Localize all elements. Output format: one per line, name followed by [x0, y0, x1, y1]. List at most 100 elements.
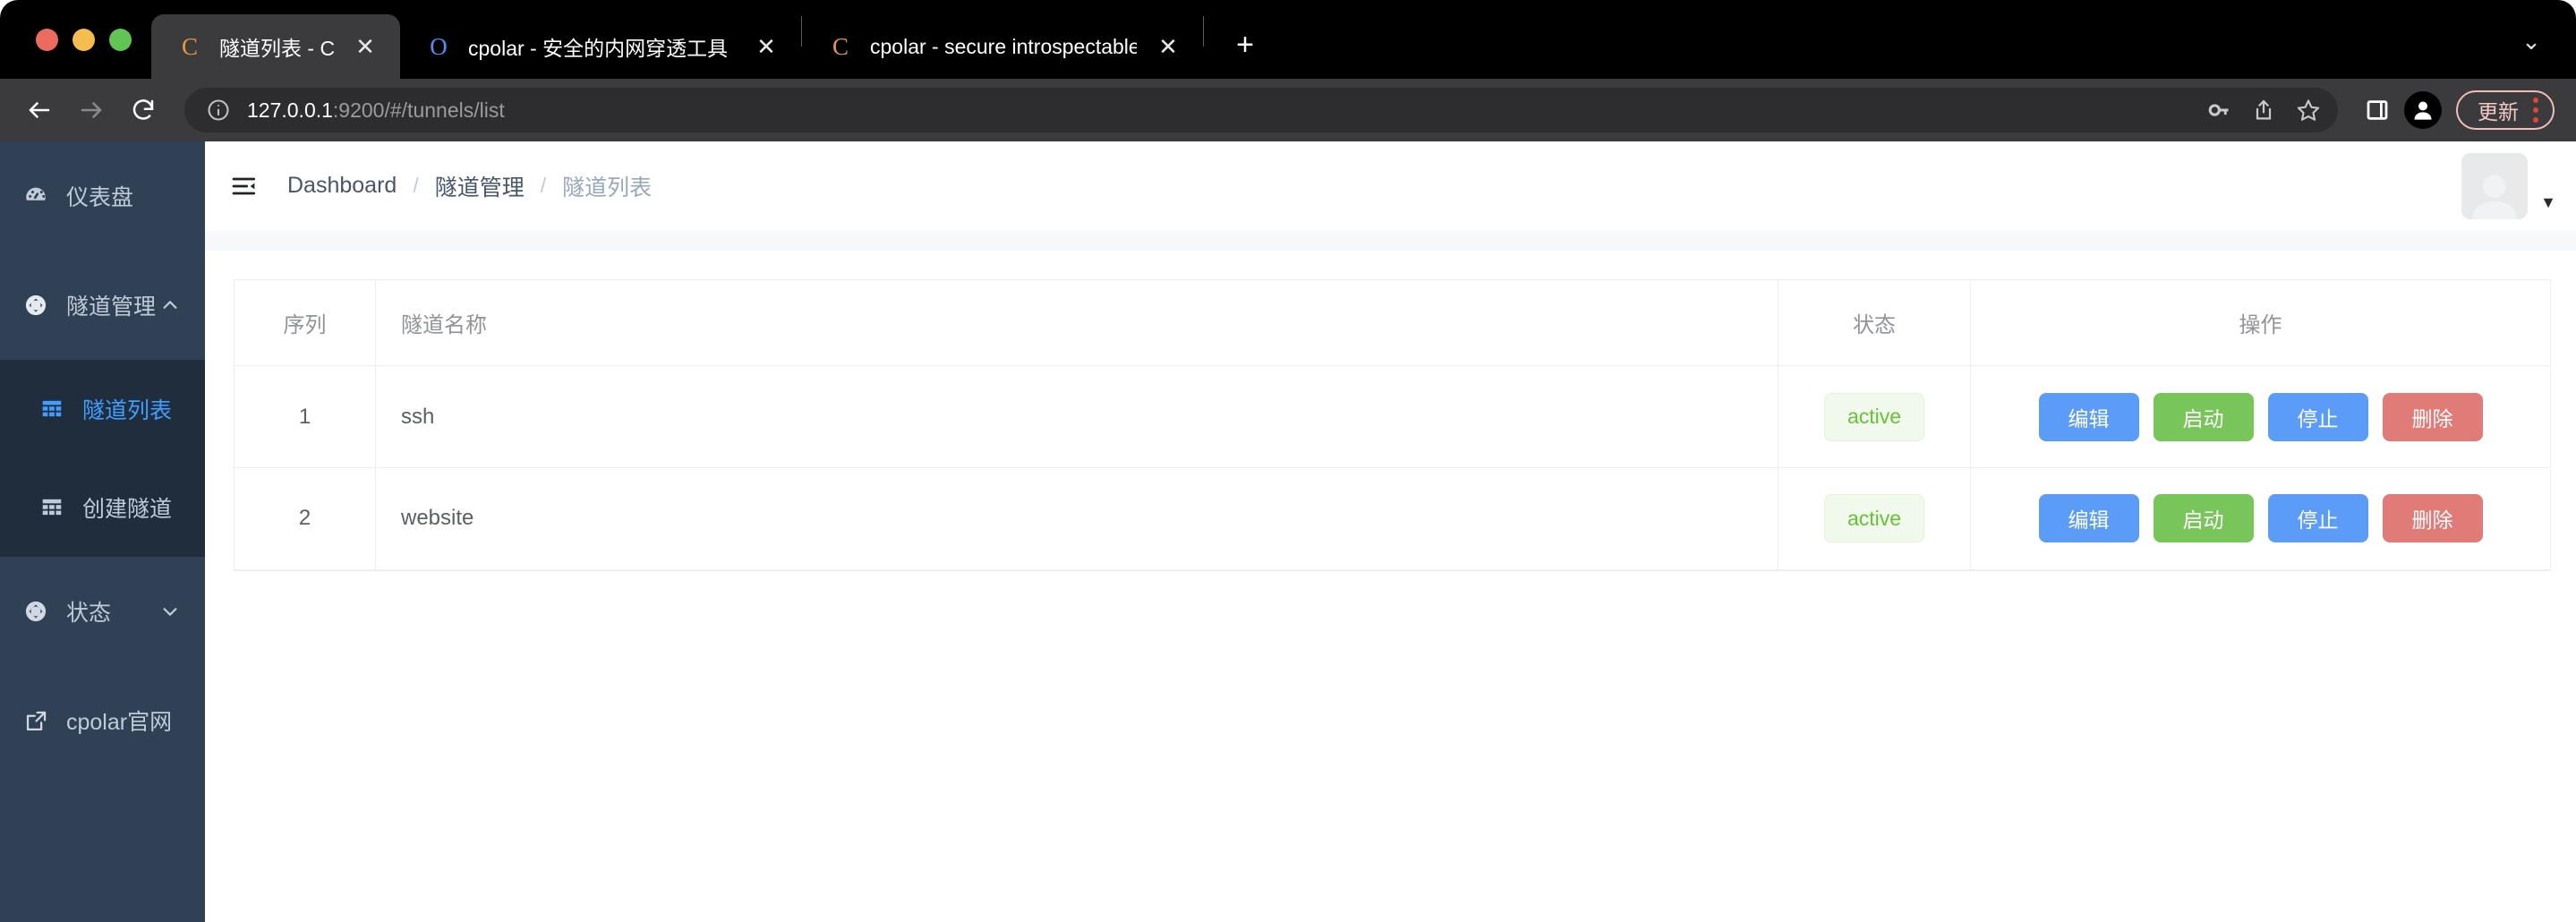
collapse-sidebar-icon[interactable] [226, 168, 262, 204]
site-info-icon[interactable] [204, 96, 233, 124]
page-viewport: 仪表盘 隧道管理 隧道列表 创建隧道 状态 cpolar官网 Dashboard… [0, 141, 2576, 922]
window-minimize-button[interactable] [73, 28, 95, 51]
omnibox-actions [2198, 90, 2329, 131]
column-header-ops: 操作 [1970, 279, 2551, 366]
status-circle-icon [16, 599, 55, 624]
share-icon[interactable] [2243, 90, 2284, 131]
browser-tab-1[interactable]: C 隧道列表 - Cpolar ✕ [151, 14, 400, 79]
profile-avatar-icon[interactable] [2404, 91, 2442, 129]
start-button[interactable]: 启动 [2153, 494, 2254, 543]
breadcrumb-item-tunnel-list: 隧道列表 [562, 175, 653, 201]
browser-tab-3[interactable]: C cpolar - secure introspectable ✕ [802, 14, 1203, 79]
table-row: 1 ssh active 编辑 启动 停止 删除 [234, 365, 2551, 468]
stop-button[interactable]: 停止 [2267, 494, 2368, 543]
breadcrumb-item-dashboard[interactable]: Dashboard [287, 173, 397, 199]
sidebar-item-tunnel-management[interactable]: 隧道管理 [0, 251, 205, 360]
url-path: :9200/#/tunnels/list [332, 98, 505, 122]
page-body: 序列 隧道名称 状态 操作 1 ssh active 编辑 启动 停止 删除 2… [205, 231, 2576, 922]
browser-tab-2[interactable]: O cpolar - 安全的内网穿透工具 ✕ [400, 14, 801, 79]
chevron-up-icon [160, 295, 180, 315]
cell-status: active [1778, 467, 1971, 571]
external-link-icon [16, 709, 55, 733]
column-header-name: 隧道名称 [375, 279, 1778, 366]
column-header-seq: 序列 [234, 279, 376, 366]
grid-table-icon [32, 397, 72, 421]
window-maximize-button[interactable] [109, 28, 132, 51]
sidebar-item-tunnel-list-label: 隧道列表 [82, 398, 173, 423]
breadcrumb-separator: / [540, 174, 547, 197]
browser-toolbar: 127.0.0.1:9200/#/tunnels/list 更新 [0, 79, 2576, 141]
cell-ops: 编辑 启动 停止 删除 [1970, 467, 2551, 571]
delete-button[interactable]: 删除 [2382, 392, 2483, 441]
delete-button[interactable]: 删除 [2382, 494, 2483, 543]
tab-strip-right: ⌄ [2513, 23, 2576, 79]
status-badge: active [1824, 494, 1924, 543]
browser-tab-1-title: 隧道列表 - Cpolar [219, 37, 334, 60]
row-action-group: 编辑 启动 停止 删除 [1989, 392, 2532, 441]
browser-window: C 隧道列表 - Cpolar ✕ O cpolar - 安全的内网穿透工具 ✕… [0, 0, 2576, 922]
browser-tab-2-title: cpolar - 安全的内网穿透工具 [468, 37, 729, 60]
browser-tab-3-close-icon[interactable]: ✕ [1153, 31, 1183, 62]
tab-divider [1203, 16, 1204, 47]
breadcrumb-separator: / [413, 174, 419, 197]
kebab-menu-icon[interactable] [2533, 98, 2538, 123]
browser-tab-1-close-icon[interactable]: ✕ [350, 31, 380, 62]
tunnels-table-head: 序列 隧道名称 状态 操作 [234, 279, 2551, 366]
sidebar-item-status[interactable]: 状态 [0, 557, 205, 666]
content-top-strip [205, 231, 2576, 251]
start-button[interactable]: 启动 [2153, 392, 2254, 441]
grid-table-icon [32, 496, 72, 519]
browser-tab-3-title: cpolar - secure introspectable [870, 34, 1137, 58]
sidebar-item-tunnel-management-label: 隧道管理 [66, 295, 157, 320]
chevron-down-icon[interactable]: ⌄ [2513, 23, 2549, 59]
cell-seq: 2 [234, 467, 376, 571]
chevron-down-icon [160, 602, 180, 621]
edit-button[interactable]: 编辑 [2038, 494, 2139, 543]
key-icon[interactable] [2198, 90, 2239, 131]
cpolar-c-icon: C [181, 32, 198, 60]
dashboard-gauge-icon [16, 184, 55, 209]
url-host: 127.0.0.1 [247, 98, 333, 122]
sidebar-item-cpolar-website[interactable]: cpolar官网 [0, 666, 205, 775]
page-header-right: ▼ [2461, 152, 2556, 219]
table-header-row: 序列 隧道名称 状态 操作 [234, 279, 2551, 366]
side-panel-icon[interactable] [2356, 89, 2399, 132]
table-row: 2 website active 编辑 启动 停止 删除 [234, 467, 2551, 571]
sidebar-item-dashboard-label: 仪表盘 [66, 185, 134, 210]
bookmark-star-icon[interactable] [2288, 90, 2329, 131]
sidebar-item-cpolar-website-label: cpolar官网 [66, 710, 173, 735]
sidebar: 仪表盘 隧道管理 隧道列表 创建隧道 状态 cpolar官网 [0, 141, 205, 922]
sidebar-item-dashboard[interactable]: 仪表盘 [0, 141, 205, 251]
column-header-status: 状态 [1778, 279, 1971, 366]
browser-tab-2-close-icon[interactable]: ✕ [751, 31, 781, 62]
tunnels-table-container: 序列 隧道名称 状态 操作 1 ssh active 编辑 启动 停止 删除 2… [205, 251, 2576, 571]
address-bar[interactable]: 127.0.0.1:9200/#/tunnels/list [184, 88, 2338, 132]
update-button[interactable]: 更新 [2456, 90, 2555, 130]
tunnel-circle-icon [16, 293, 55, 318]
new-tab-button[interactable]: + [1220, 20, 1270, 70]
row-action-group: 编辑 启动 停止 删除 [1989, 494, 2532, 543]
cell-name: ssh [375, 365, 1778, 468]
toolbar-right: 更新 [2356, 89, 2555, 132]
update-button-label: 更新 [2478, 100, 2519, 124]
sidebar-item-status-label: 状态 [66, 601, 112, 626]
stop-button[interactable]: 停止 [2267, 392, 2368, 441]
main-content: Dashboard / 隧道管理 / 隧道列表 ▼ 序列 隧道名称 状态 操作 … [205, 141, 2576, 922]
reload-button[interactable] [120, 87, 166, 133]
forward-button[interactable] [68, 87, 115, 133]
back-button[interactable] [16, 87, 63, 133]
user-avatar-placeholder-icon[interactable] [2461, 152, 2529, 219]
sidebar-item-tunnel-list[interactable]: 隧道列表 [0, 360, 205, 458]
breadcrumb: Dashboard / 隧道管理 / 隧道列表 [287, 170, 652, 202]
cell-name: website [375, 467, 1778, 571]
edit-button[interactable]: 编辑 [2038, 392, 2139, 441]
cell-status: active [1778, 365, 1971, 468]
tab-strip: C 隧道列表 - Cpolar ✕ O cpolar - 安全的内网穿透工具 ✕… [0, 0, 2576, 79]
cell-seq: 1 [234, 365, 376, 468]
sidebar-item-create-tunnel[interactable]: 创建隧道 [0, 458, 205, 557]
tunnels-table: 序列 隧道名称 状态 操作 1 ssh active 编辑 启动 停止 删除 2… [234, 279, 2551, 571]
user-menu-caret-icon[interactable]: ▼ [2540, 193, 2556, 212]
window-close-button[interactable] [36, 28, 58, 51]
breadcrumb-item-tunnel-management[interactable]: 隧道管理 [435, 170, 525, 202]
cpolar-c-icon: C [832, 32, 849, 60]
